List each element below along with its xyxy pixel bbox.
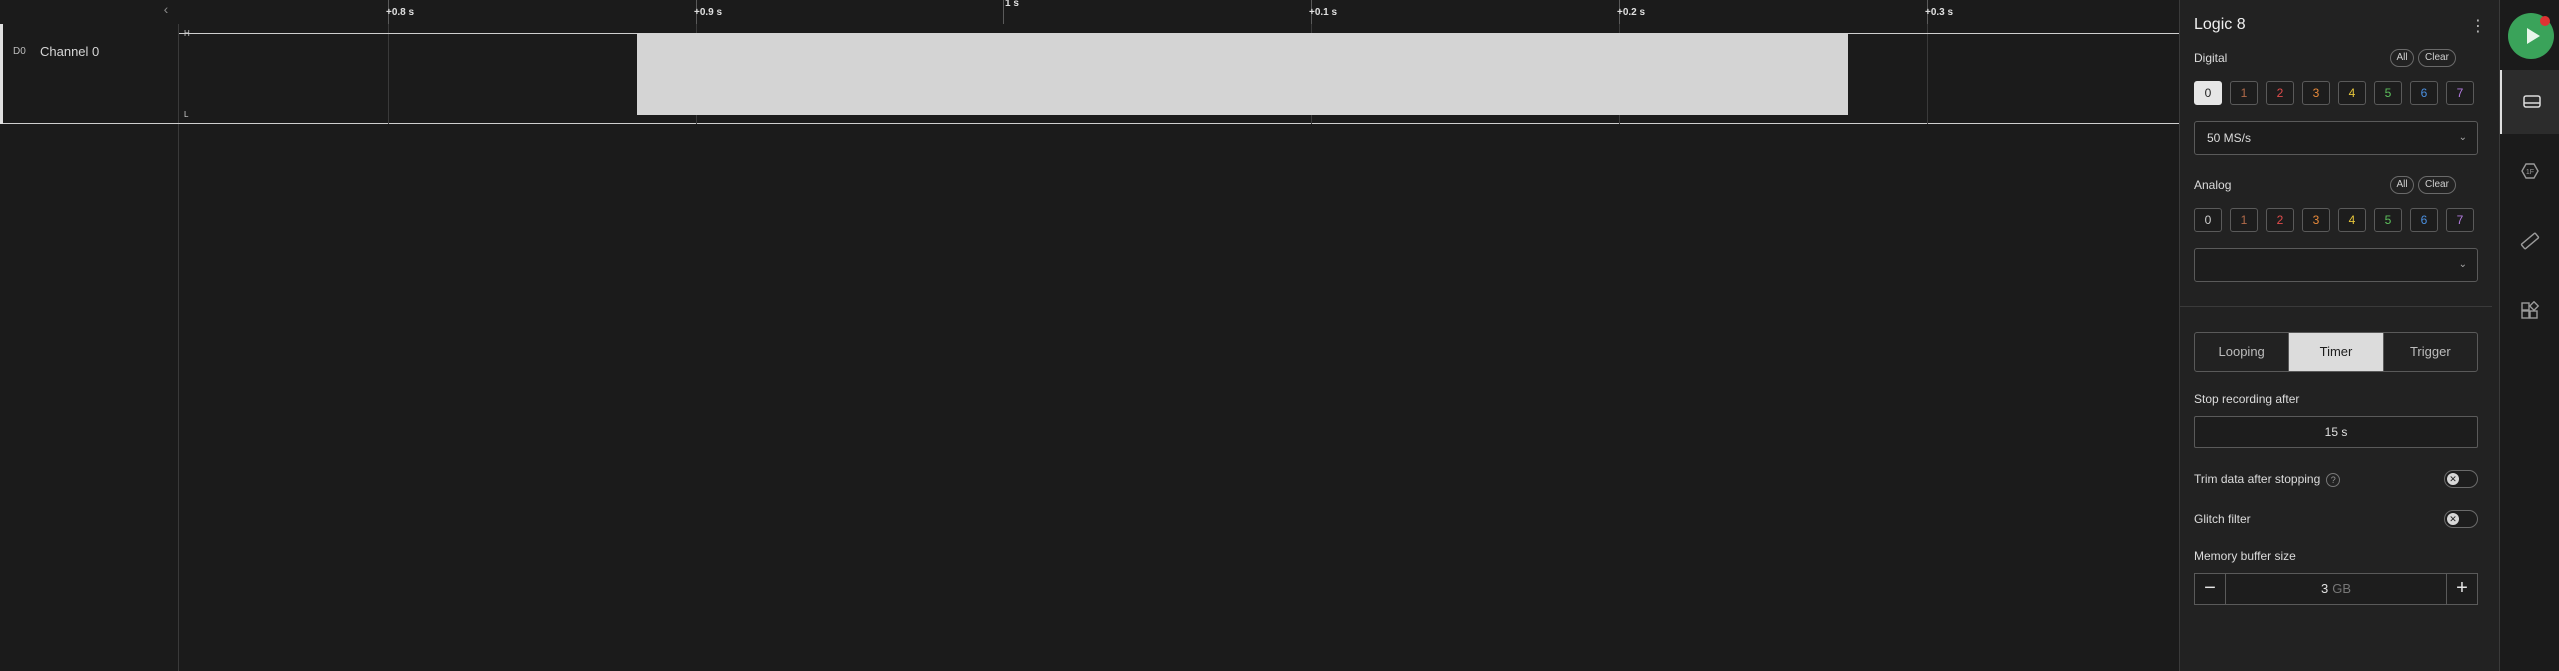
extensions-tab[interactable] bbox=[2500, 280, 2559, 344]
channel-name[interactable]: Channel 0 bbox=[40, 44, 99, 59]
right-toolbar: 1F bbox=[2499, 0, 2559, 671]
analog-sample-rate-select[interactable]: ⌄ bbox=[2194, 248, 2478, 282]
analog-all-button[interactable]: All bbox=[2390, 176, 2414, 194]
signal-pulse[interactable] bbox=[637, 33, 1848, 115]
device-settings-icon bbox=[2523, 95, 2541, 108]
device-title: Logic 8 bbox=[2194, 16, 2246, 33]
chevron-down-icon: ⌄ bbox=[2458, 132, 2467, 143]
toggle-off-icon: ✕ bbox=[2447, 513, 2459, 525]
digital-channel-3[interactable]: 3 bbox=[2302, 81, 2330, 105]
digital-channel-7[interactable]: 7 bbox=[2446, 81, 2474, 105]
analyzers-tab[interactable]: 1F bbox=[2500, 140, 2559, 204]
memory-increment-button[interactable]: + bbox=[2446, 573, 2478, 605]
mode-looping-button[interactable]: Looping bbox=[2195, 333, 2290, 371]
section-divider bbox=[2180, 306, 2492, 307]
analog-clear-button[interactable]: Clear bbox=[2418, 176, 2456, 194]
glitch-filter-label: Glitch filter bbox=[2194, 512, 2251, 526]
ruler-tick bbox=[1003, 0, 1004, 24]
capture-mode-selector: Looping Timer Trigger bbox=[2194, 332, 2478, 372]
toggle-off-icon: ✕ bbox=[2447, 473, 2459, 485]
channel-row[interactable]: D0 Channel 0 H L bbox=[0, 24, 2179, 124]
low-level-marker: L bbox=[184, 110, 189, 119]
measurements-icon bbox=[2520, 232, 2540, 250]
chevron-down-icon: ⌄ bbox=[2458, 259, 2467, 270]
analog-channel-0[interactable]: 0 bbox=[2194, 208, 2222, 232]
channel-color-bar bbox=[0, 24, 3, 124]
analog-channel-1[interactable]: 1 bbox=[2230, 208, 2258, 232]
memory-buffer-value: 3 bbox=[2320, 581, 2329, 596]
stop-recording-label: Stop recording after bbox=[2194, 392, 2300, 406]
channel-id: D0 bbox=[13, 46, 26, 57]
analog-label: Analog bbox=[2194, 178, 2232, 192]
extensions-icon bbox=[2521, 301, 2540, 319]
digital-all-button[interactable]: All bbox=[2390, 49, 2414, 67]
digital-channel-4[interactable]: 4 bbox=[2338, 81, 2366, 105]
collapse-channels-button[interactable]: ‹ bbox=[158, 1, 174, 17]
grid-line bbox=[1927, 24, 1928, 124]
analog-channel-3[interactable]: 3 bbox=[2302, 208, 2330, 232]
time-ruler[interactable]: ‹ +0.8 s +0.9 s 1 s +0.1 s +0.2 s +0.3 s bbox=[0, 0, 2179, 24]
memory-buffer-unit: GB bbox=[2332, 581, 2352, 596]
analog-channel-5[interactable]: 5 bbox=[2374, 208, 2402, 232]
memory-buffer-stepper: − 3 GB + bbox=[2194, 573, 2478, 605]
analog-channel-2[interactable]: 2 bbox=[2266, 208, 2294, 232]
glitch-filter-toggle[interactable]: ✕ bbox=[2444, 510, 2478, 528]
memory-buffer-label: Memory buffer size bbox=[2194, 549, 2296, 563]
help-icon[interactable]: ? bbox=[2326, 472, 2341, 487]
memory-decrement-button[interactable]: − bbox=[2194, 573, 2226, 605]
trim-data-label: Trim data after stopping? bbox=[2194, 472, 2341, 487]
digital-channel-6[interactable]: 6 bbox=[2410, 81, 2438, 105]
digital-channel-2[interactable]: 2 bbox=[2266, 81, 2294, 105]
high-level-marker: H bbox=[184, 29, 190, 38]
svg-text:1F: 1F bbox=[2526, 169, 2534, 176]
device-settings-tab[interactable] bbox=[2500, 70, 2559, 134]
device-settings-panel: Logic 8 ⋮ Digital All Clear 0 1 2 3 4 5 … bbox=[2179, 0, 2499, 671]
digital-sample-rate-select[interactable]: 50 MS/s ⌄ bbox=[2194, 121, 2478, 155]
measurements-tab[interactable] bbox=[2500, 210, 2559, 274]
more-options-icon[interactable]: ⋮ bbox=[2470, 16, 2486, 36]
mode-timer-button[interactable]: Timer bbox=[2289, 333, 2384, 371]
trim-data-toggle[interactable]: ✕ bbox=[2444, 470, 2478, 488]
analog-channel-7[interactable]: 7 bbox=[2446, 208, 2474, 232]
record-indicator bbox=[2540, 16, 2550, 26]
digital-channel-5[interactable]: 5 bbox=[2374, 81, 2402, 105]
digital-sample-rate-value: 50 MS/s bbox=[2207, 131, 2252, 145]
waveform-area[interactable]: ‹ +0.8 s +0.9 s 1 s +0.1 s +0.2 s +0.3 s… bbox=[0, 0, 2179, 671]
ruler-tick-label: +0.2 s bbox=[1617, 7, 1646, 18]
analyzers-icon: 1F bbox=[2521, 163, 2539, 179]
digital-channel-0[interactable]: 0 bbox=[2194, 81, 2222, 105]
trim-data-text: Trim data after stopping bbox=[2194, 472, 2321, 486]
analog-channel-6[interactable]: 6 bbox=[2410, 208, 2438, 232]
ruler-tick-label: +0.1 s bbox=[1309, 7, 1338, 18]
digital-label: Digital bbox=[2194, 51, 2228, 65]
ruler-tick-label: 1 s bbox=[1005, 0, 1019, 9]
digital-channel-1[interactable]: 1 bbox=[2230, 81, 2258, 105]
digital-clear-button[interactable]: Clear bbox=[2418, 49, 2456, 67]
ruler-tick-label: +0.3 s bbox=[1925, 7, 1954, 18]
memory-buffer-input[interactable]: 3 GB bbox=[2225, 573, 2447, 605]
grid-line bbox=[388, 24, 389, 124]
analog-channel-4[interactable]: 4 bbox=[2338, 208, 2366, 232]
ruler-tick-label: +0.9 s bbox=[694, 7, 723, 18]
ruler-tick-label: +0.8 s bbox=[386, 7, 415, 18]
stop-recording-input[interactable]: 15 s bbox=[2194, 416, 2478, 448]
mode-trigger-button[interactable]: Trigger bbox=[2384, 333, 2477, 371]
